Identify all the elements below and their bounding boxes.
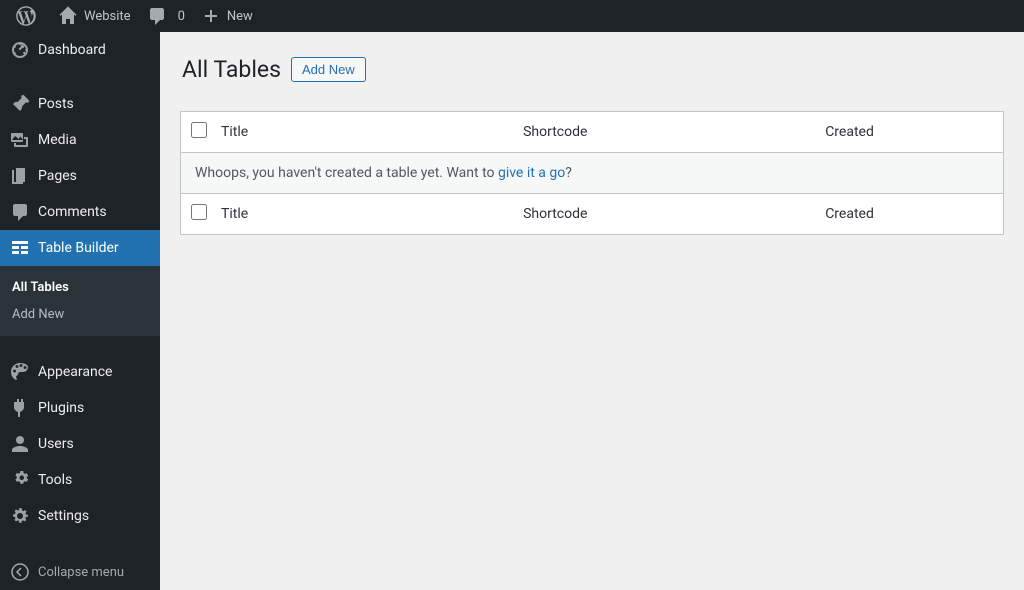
pin-icon bbox=[10, 94, 30, 114]
site-name-label: Website bbox=[84, 9, 131, 24]
comments-link[interactable]: 0 bbox=[139, 0, 193, 32]
dashboard-icon bbox=[10, 40, 30, 60]
content-area: All Tables Add New Title Shortcode Creat… bbox=[160, 32, 1024, 590]
table-icon bbox=[10, 238, 30, 258]
plugins-icon bbox=[10, 398, 30, 418]
sidebar-item-label: Users bbox=[38, 435, 74, 453]
select-all-checkbox-bottom[interactable] bbox=[191, 204, 207, 220]
collapse-icon bbox=[10, 562, 30, 582]
sidebar-item-label: Appearance bbox=[38, 363, 112, 381]
empty-suffix-text: ? bbox=[565, 165, 572, 181]
table-header-row: Title Shortcode Created bbox=[181, 112, 1003, 152]
column-header-shortcode[interactable]: Shortcode bbox=[523, 124, 825, 140]
sidebar-item-label: Media bbox=[38, 131, 77, 149]
appearance-icon bbox=[10, 362, 30, 382]
column-footer-created[interactable]: Created bbox=[825, 206, 993, 222]
sidebar-item-appearance[interactable]: Appearance bbox=[0, 354, 160, 390]
sidebar-item-media[interactable]: Media bbox=[0, 122, 160, 158]
column-footer-shortcode[interactable]: Shortcode bbox=[523, 206, 825, 222]
tools-icon bbox=[10, 470, 30, 490]
comments-count: 0 bbox=[178, 9, 185, 24]
sidebar-item-label: Tools bbox=[38, 471, 72, 489]
sidebar-item-label: Pages bbox=[38, 167, 77, 185]
column-header-created[interactable]: Created bbox=[825, 124, 993, 140]
sidebar-item-table-builder[interactable]: Table Builder bbox=[0, 230, 160, 266]
sidebar-item-label: Table Builder bbox=[38, 239, 119, 257]
submenu-item-add-new[interactable]: Add New bbox=[0, 301, 160, 328]
admin-topbar: Website 0 New bbox=[0, 0, 1024, 32]
select-all-checkbox-top[interactable] bbox=[191, 122, 207, 138]
tables-list: Title Shortcode Created Whoops, you have… bbox=[180, 111, 1004, 235]
sidebar-item-plugins[interactable]: Plugins bbox=[0, 390, 160, 426]
collapse-menu-button[interactable]: Collapse menu bbox=[0, 554, 160, 590]
empty-prefix-text: Whoops, you haven't created a table yet.… bbox=[195, 165, 498, 181]
add-new-button[interactable]: Add New bbox=[291, 57, 366, 82]
sidebar-item-dashboard[interactable]: Dashboard bbox=[0, 32, 160, 68]
table-footer-row: Title Shortcode Created bbox=[181, 194, 1003, 234]
plus-icon bbox=[201, 6, 221, 26]
new-label: New bbox=[227, 9, 253, 24]
page-title: All Tables bbox=[182, 56, 281, 83]
users-icon bbox=[10, 434, 30, 454]
sidebar-item-pages[interactable]: Pages bbox=[0, 158, 160, 194]
wordpress-logo-icon bbox=[16, 6, 36, 26]
comment-icon bbox=[147, 6, 167, 26]
pages-icon bbox=[10, 166, 30, 186]
sidebar-item-label: Posts bbox=[38, 95, 74, 113]
column-header-title[interactable]: Title bbox=[221, 124, 523, 140]
admin-sidebar: Dashboard Posts Media Pages Comments Tab… bbox=[0, 32, 160, 590]
sidebar-submenu: All Tables Add New bbox=[0, 266, 160, 336]
submenu-item-all-tables[interactable]: All Tables bbox=[0, 274, 160, 301]
sidebar-item-label: Settings bbox=[38, 507, 89, 525]
sidebar-item-posts[interactable]: Posts bbox=[0, 86, 160, 122]
media-icon bbox=[10, 130, 30, 150]
sidebar-item-users[interactable]: Users bbox=[0, 426, 160, 462]
sidebar-item-comments[interactable]: Comments bbox=[0, 194, 160, 230]
settings-icon bbox=[10, 506, 30, 526]
sidebar-item-label: Dashboard bbox=[38, 41, 106, 59]
column-footer-title[interactable]: Title bbox=[221, 206, 523, 222]
sidebar-item-label: Plugins bbox=[38, 399, 84, 417]
empty-state-row: Whoops, you haven't created a table yet.… bbox=[181, 152, 1003, 194]
wp-logo-button[interactable] bbox=[8, 0, 50, 32]
empty-state-link[interactable]: give it a go bbox=[498, 165, 565, 181]
home-icon bbox=[58, 6, 78, 26]
collapse-label: Collapse menu bbox=[38, 565, 124, 580]
comments-icon bbox=[10, 202, 30, 222]
sidebar-item-label: Comments bbox=[38, 203, 107, 221]
new-content-link[interactable]: New bbox=[193, 0, 261, 32]
sidebar-item-settings[interactable]: Settings bbox=[0, 498, 160, 534]
site-link[interactable]: Website bbox=[50, 0, 139, 32]
sidebar-item-tools[interactable]: Tools bbox=[0, 462, 160, 498]
